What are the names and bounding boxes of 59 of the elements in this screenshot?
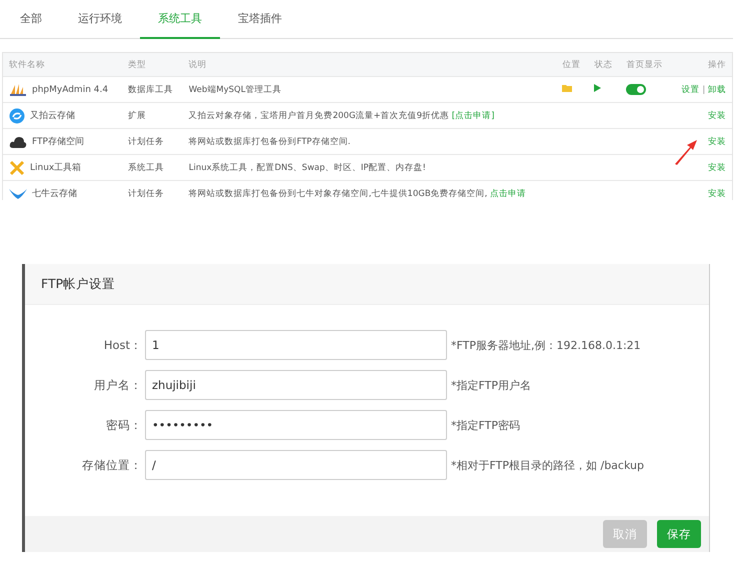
action-link[interactable]: 安装 — [708, 136, 726, 146]
software-description: Linux系统工具，配置DNS、Swap、时区、IP配置、内存盘! — [188, 162, 426, 172]
field-label: 用户名： — [93, 378, 142, 392]
apply-link[interactable]: [点击申请] — [452, 110, 494, 120]
action-link[interactable]: 安装 — [708, 110, 726, 120]
input-field[interactable]: 1 — [145, 330, 447, 360]
software-description: 又拍云对象存储，宝塔用户首月免费200G流量+首次充值9折优惠 — [188, 110, 450, 120]
action-link[interactable]: 设置 — [682, 84, 700, 94]
input-field[interactable]: ••••••••• — [145, 410, 447, 440]
column-header: 软件名称 — [9, 60, 45, 70]
dialog-title: FTP帐户设置 — [41, 276, 116, 292]
column-header: 说明 — [188, 60, 207, 70]
software-name: Linux工具箱 — [30, 162, 82, 174]
action-link[interactable]: 安装 — [708, 188, 726, 198]
column-header: 操作 — [708, 60, 726, 70]
software-name: phpMyAdmin 4.4 — [32, 84, 108, 94]
software-description: 将网站或数据库打包备份到FTP存储空间. — [188, 136, 350, 146]
tab[interactable]: 宝塔插件 — [220, 0, 300, 39]
save-button[interactable]: 保存 — [657, 520, 701, 548]
toggle-switch[interactable] — [626, 84, 646, 95]
column-header: 位置 — [562, 60, 580, 70]
tab[interactable]: 运行环境 — [60, 0, 140, 39]
software-name: FTP存储空间 — [32, 136, 84, 148]
apply-link[interactable]: 点击申请 — [490, 188, 526, 198]
cancel-button[interactable]: 取消 — [603, 520, 647, 548]
column-header: 首页显示 — [626, 60, 662, 70]
tab[interactable]: 全部 — [2, 0, 60, 39]
software-description: 将网站或数据库打包备份到七牛对象存储空间,七牛提供10GB免费存储空间, — [188, 188, 488, 198]
tools-icon — [9, 160, 25, 176]
action-link[interactable]: 安装 — [708, 162, 726, 172]
separator: | — [701, 84, 706, 94]
column-header: 状态 — [594, 60, 612, 70]
software-type: 计划任务 — [128, 136, 164, 146]
software-name: 七牛云存储 — [32, 188, 77, 200]
software-description: Web端MySQL管理工具 — [188, 84, 282, 94]
field-hint: *指定FTP密码 — [451, 418, 520, 432]
software-type: 计划任务 — [128, 188, 164, 198]
input-field[interactable]: zhujibiji — [145, 370, 447, 400]
column-header: 类型 — [128, 60, 146, 70]
sailboat-icon — [9, 82, 27, 96]
input-field[interactable]: / — [145, 450, 447, 480]
field-hint: *FTP服务器地址,例：192.168.0.1:21 — [451, 338, 641, 352]
tab[interactable]: 系统工具 — [140, 0, 220, 39]
field-label: Host： — [102, 338, 142, 352]
folder-icon[interactable] — [562, 84, 574, 92]
cloud-swirl-icon — [9, 108, 25, 124]
field-label: 密码： — [105, 418, 142, 432]
software-name: 又拍云存储 — [30, 110, 75, 122]
action-link[interactable]: 卸载 — [708, 84, 726, 94]
software-type: 数据库工具 — [128, 84, 173, 94]
software-type: 系统工具 — [128, 162, 164, 172]
field-label: 存储位置： — [81, 458, 142, 472]
wings-icon — [9, 188, 27, 200]
field-hint: *相对于FTP根目录的路径，如 /backup — [451, 458, 644, 472]
play-icon[interactable] — [594, 84, 602, 92]
cloud-icon — [9, 134, 27, 148]
pointer-arrow — [672, 138, 698, 166]
software-type: 扩展 — [128, 110, 146, 120]
field-hint: *指定FTP用户名 — [451, 378, 531, 392]
